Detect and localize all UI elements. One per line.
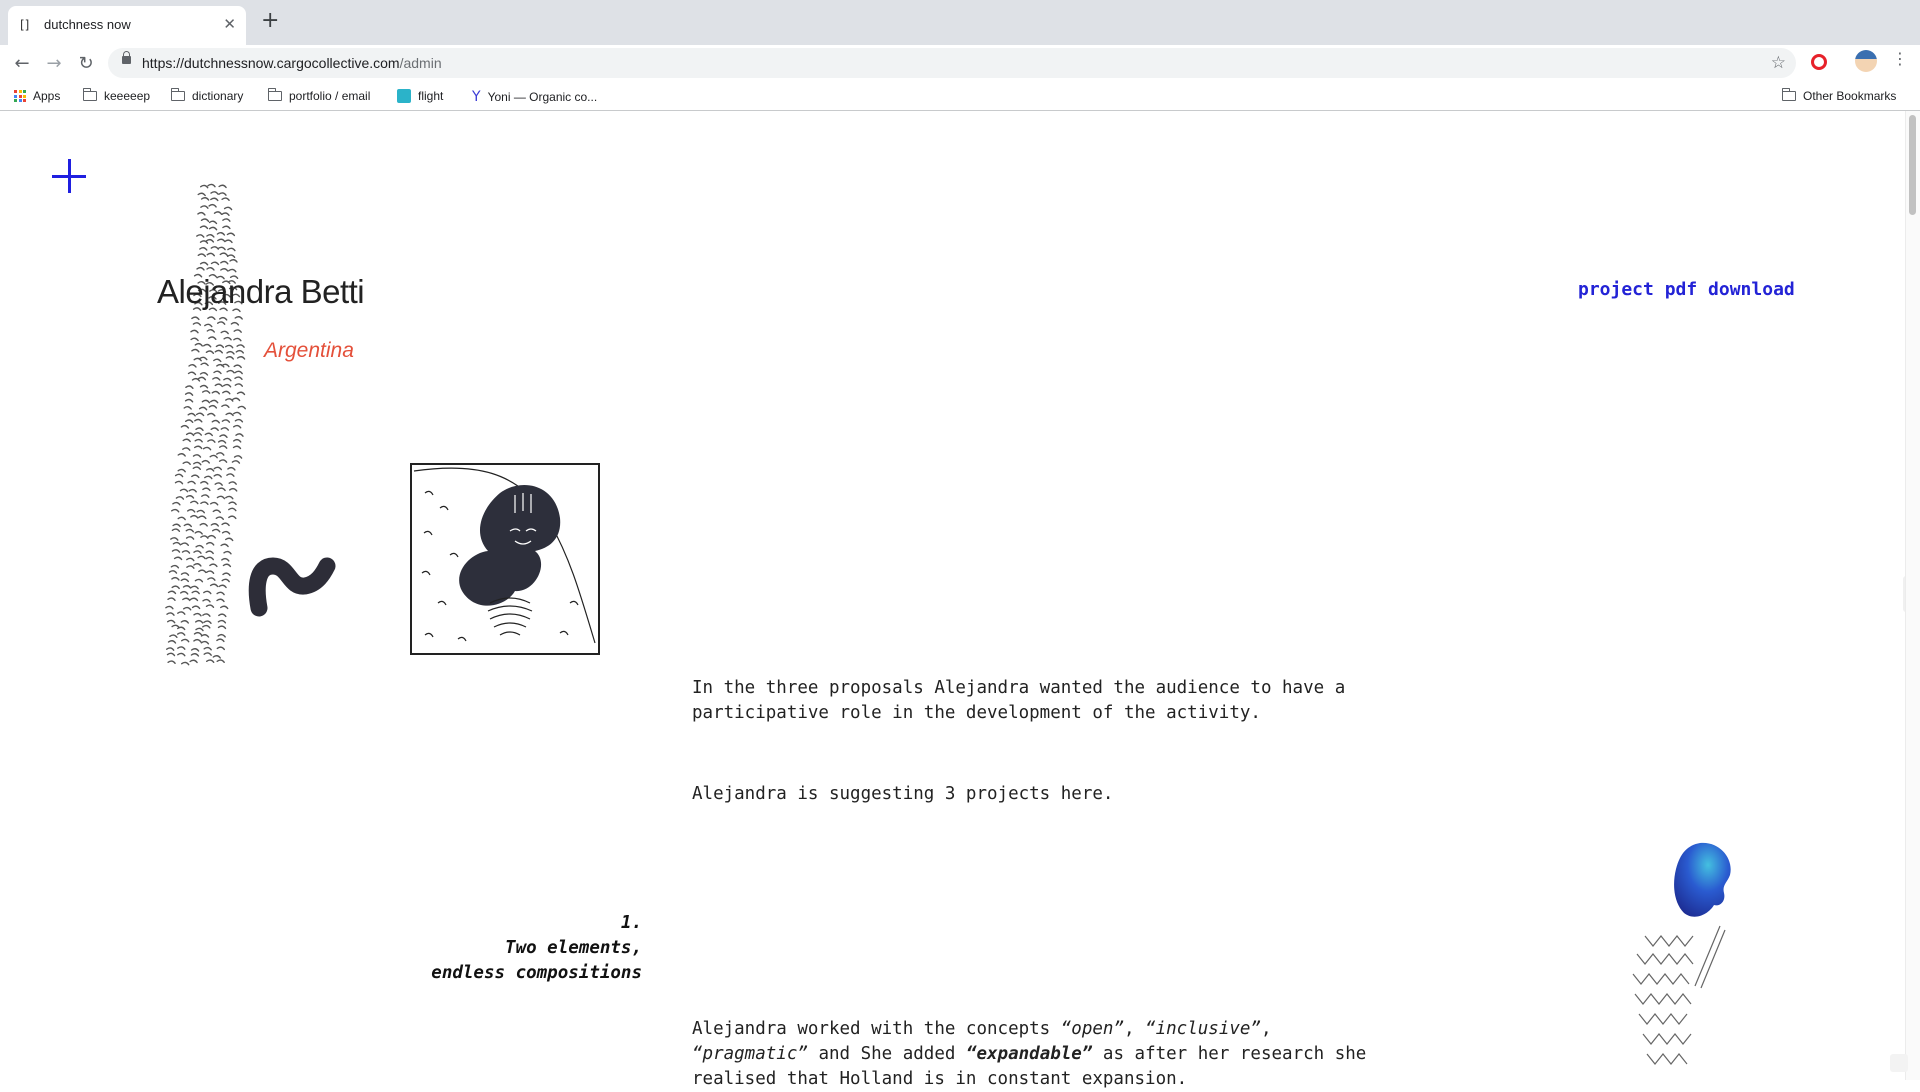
flight-site-icon	[397, 89, 411, 103]
bookmark-yoni[interactable]: Y Yoni — Organic co...	[472, 89, 597, 105]
page-favicon-icon: []	[20, 18, 30, 32]
profile-avatar[interactable]	[1855, 50, 1877, 72]
browser-tab[interactable]: [] dutchness now ✕	[8, 6, 246, 45]
web-page: Alejandra Betti Argentina project pdf do…	[0, 111, 1920, 1089]
project-title-line2: endless compositions	[431, 963, 642, 983]
browser-menu-icon[interactable]: ⋮	[1892, 49, 1908, 68]
folder-icon	[82, 88, 97, 101]
url-text: https://dutchnessnow.cargocollective.com…	[142, 55, 442, 71]
bookmark-label: Yoni — Organic co...	[487, 90, 598, 104]
bookmark-other[interactable]: Other Bookmarks	[1781, 88, 1897, 103]
scrollbar-thumb[interactable]	[1909, 115, 1916, 215]
bookmark-flight[interactable]: flight	[397, 89, 443, 103]
bookmark-apps[interactable]: Apps	[14, 89, 60, 103]
lock-icon	[122, 51, 131, 64]
reload-icon[interactable]: ↻	[72, 50, 100, 78]
folder-icon	[267, 88, 282, 101]
bookmark-label: Apps	[33, 89, 61, 103]
folder-icon	[1781, 88, 1796, 101]
artist-name: Alejandra Betti	[157, 273, 365, 310]
zigzag-scribble-illustration	[1632, 925, 1726, 1065]
add-content-plus-icon[interactable]	[52, 159, 86, 193]
black-squiggle-illustration	[248, 557, 336, 617]
y-logo-icon: Y	[472, 89, 481, 105]
back-arrow-icon[interactable]: ←	[8, 50, 36, 78]
bookmark-keeeeep[interactable]: keeeeep	[82, 88, 151, 103]
page-scrollbar[interactable]	[1905, 111, 1920, 1080]
framed-figure-illustration	[410, 463, 600, 655]
bookmarks-bar: Apps keeeeep dictionary portfolio / emai…	[0, 83, 1920, 111]
close-tab-icon[interactable]: ✕	[223, 15, 236, 33]
artist-country: Argentina	[264, 339, 354, 362]
apps-grid-icon	[14, 90, 26, 102]
bookmark-label: portfolio / email	[289, 89, 371, 103]
bookmark-star-icon[interactable]: ☆	[1771, 53, 1786, 73]
project-title-line1: Two elements,	[505, 938, 642, 958]
bookmark-label: Other Bookmarks	[1803, 89, 1897, 103]
project-heading: 1. Two elements, endless compositions	[380, 911, 642, 986]
new-tab-button[interactable]: +	[261, 9, 279, 33]
bookmark-portfolio-email[interactable]: portfolio / email	[267, 88, 371, 103]
bookmark-label: dictionary	[192, 89, 244, 103]
corner-widget-icon[interactable]	[1890, 1054, 1908, 1072]
concepts-paragraph: Alejandra worked with the concepts “open…	[692, 1019, 1367, 1089]
opera-extension-icon[interactable]	[1811, 54, 1827, 70]
browser-toolbar: ← → ↻ https://dutchnessnow.cargocollecti…	[0, 45, 1920, 119]
tab-strip: [] dutchness now ✕ +	[0, 0, 1920, 45]
intro-paragraph: In the three proposals Alejandra wanted …	[692, 678, 1346, 723]
forward-arrow-icon[interactable]: →	[40, 50, 68, 78]
tab-title: dutchness now	[44, 17, 131, 32]
folder-icon	[170, 88, 185, 101]
bookmark-label: keeeeep	[104, 89, 151, 103]
address-bar[interactable]: https://dutchnessnow.cargocollective.com…	[108, 48, 1796, 78]
project-pdf-download-link[interactable]: project pdf download	[1578, 279, 1795, 300]
blue-head-illustration	[1674, 842, 1731, 917]
bookmark-dictionary[interactable]: dictionary	[170, 88, 244, 103]
projects-count-paragraph: Alejandra is suggesting 3 projects here.	[692, 784, 1114, 804]
bookmark-label: flight	[418, 89, 444, 103]
project-number: 1.	[620, 913, 642, 933]
